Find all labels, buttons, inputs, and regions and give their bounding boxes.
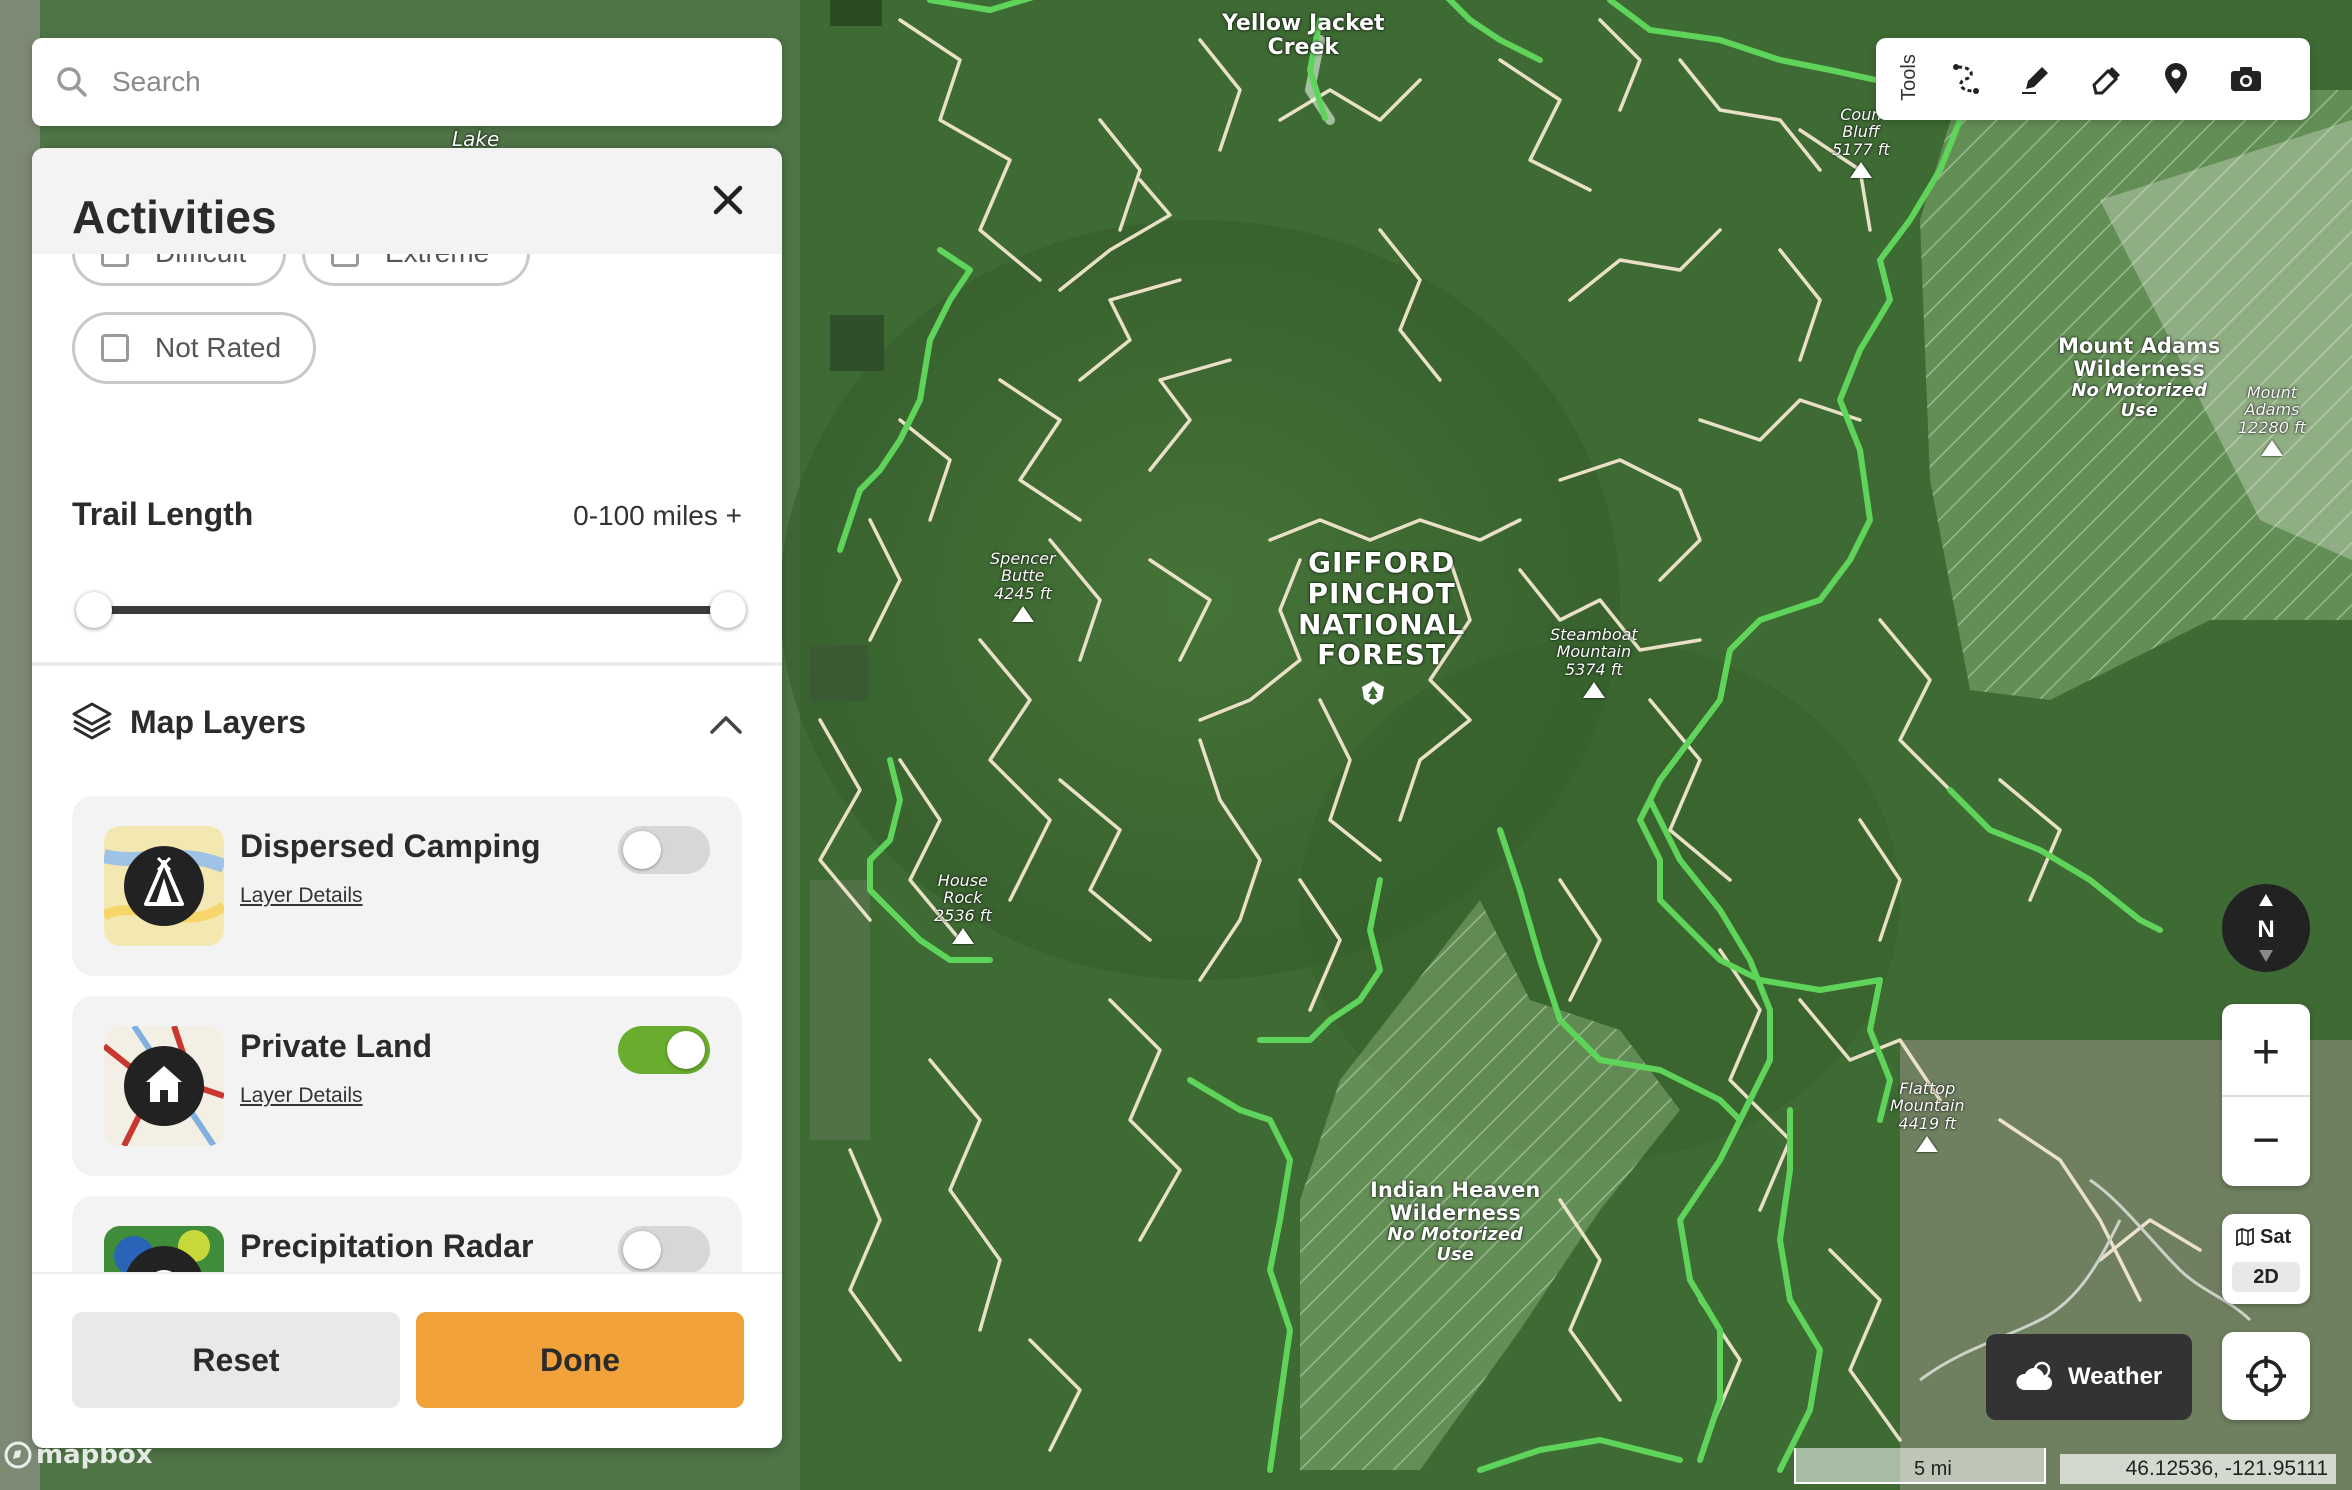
layer-toggle-private-land[interactable]	[618, 1026, 710, 1074]
map-label-house-rock: House Rock 2536 ft	[934, 854, 992, 962]
slider-max-handle[interactable]	[710, 592, 746, 628]
compass-button[interactable]: N	[2222, 884, 2310, 972]
layer-card-private-land[interactable]: Private Land Layer Details	[72, 996, 742, 1176]
map-label-indian-heaven-title: Indian Heaven Wilderness	[1370, 1178, 1541, 1226]
search-icon	[57, 67, 87, 97]
trail-length-value: 0-100 miles +	[573, 500, 742, 531]
done-button[interactable]: Done	[416, 1312, 744, 1408]
zoom-out-button[interactable]: −	[2222, 1096, 2310, 1184]
map-label-mount-adams-text: Mount Adams 12280 ft	[2238, 382, 2306, 437]
toggle-knob	[623, 831, 661, 869]
map-label-mount-adams-wilderness-sub: No Motorized Use	[2071, 380, 2207, 422]
chevron-up-icon[interactable]	[708, 708, 744, 744]
layer-title: Dispersed Camping	[240, 828, 541, 864]
zoom-control: + −	[2222, 1004, 2310, 1186]
camera-icon[interactable]	[2228, 61, 2264, 97]
peak-marker-icon	[1849, 162, 1872, 179]
peak-marker-icon	[2260, 440, 2283, 457]
layer-details-link[interactable]: Layer Details	[240, 1084, 363, 1108]
map-pin-icon[interactable]	[2158, 61, 2194, 97]
layer-toggle-dispersed-camping[interactable]	[618, 826, 710, 874]
map-label-house-rock-text: House Rock 2536 ft	[934, 870, 992, 925]
peak-marker-icon	[1916, 1136, 1939, 1153]
toggle-knob	[623, 1231, 661, 1269]
locate-button[interactable]	[2222, 1332, 2310, 1420]
map-label-forest: GIFFORD PINCHOT NATIONAL FOREST	[1298, 546, 1466, 672]
zoom-in-button[interactable]: +	[2222, 1008, 2310, 1096]
map-icon	[2236, 1228, 2254, 1246]
forest-shield-icon	[1362, 681, 1384, 705]
panel-title: Activities	[72, 191, 277, 243]
map-label-mount-adams-wilderness-title: Mount Adams Wilderness	[2058, 334, 2221, 382]
scale-bar: 5 mi	[1794, 1448, 2046, 1484]
peak-marker-icon	[951, 928, 974, 945]
layer-toggle-precipitation-radar[interactable]	[618, 1226, 710, 1274]
toggle-knob	[667, 1031, 705, 1069]
map-label-indian-heaven: Indian Heaven Wilderness No Motorized Us…	[1370, 1156, 1540, 1288]
map-label-lake: Lake	[452, 127, 500, 151]
reset-button[interactable]: Reset	[72, 1312, 400, 1408]
mapbox-logo-icon	[4, 1441, 32, 1469]
map-label-yellow-jacket: Yellow Jacket Creek	[1222, 11, 1385, 61]
map-label-mount-adams-wilderness: Mount Adams Wilderness No Motorized Use	[2058, 312, 2220, 444]
map-label-steamboat-text: Steamboat Mountain 5374 ft	[1550, 624, 1638, 679]
layer-title: Precipitation Radar	[240, 1228, 534, 1264]
weather-cloud-icon	[2016, 1361, 2053, 1390]
layers-icon	[72, 702, 112, 740]
tent-icon	[104, 826, 224, 946]
weather-button[interactable]: Weather	[1986, 1334, 2192, 1420]
close-icon[interactable]	[706, 178, 750, 222]
map-label-flattop: Flattop Mountain 4419 ft	[1890, 1062, 1965, 1170]
difficulty-chip-not-rated[interactable]: Not Rated	[72, 312, 316, 384]
tools-toolbar: Tools	[1876, 38, 2310, 120]
panel-header: Activities	[32, 148, 782, 254]
map-label-mount-adams: Mount Adams 12280 ft	[2238, 366, 2306, 474]
search-bar[interactable]	[32, 38, 782, 126]
compass-icon: N	[2257, 894, 2275, 962]
peak-marker-icon	[1011, 606, 1034, 623]
checkbox[interactable]	[101, 334, 129, 362]
crosshair-icon	[2246, 1356, 2286, 1396]
route-draw-icon[interactable]	[1948, 61, 1984, 97]
eraser-icon[interactable]	[2088, 61, 2124, 97]
peak-marker-icon	[1582, 682, 1605, 699]
map-style-label: Sat	[2260, 1226, 2292, 1248]
trail-length-label: Trail Length	[72, 496, 254, 532]
map-label-spencer-butte-text: Spencer Butte 4245 ft	[990, 548, 1056, 603]
trail-length-slider[interactable]	[94, 606, 728, 614]
layer-title: Private Land	[240, 1028, 433, 1064]
scale-label: 5 mi	[1914, 1458, 1952, 1480]
map-label-flattop-text: Flattop Mountain 4419 ft	[1890, 1078, 1965, 1133]
panel-footer: Reset Done	[32, 1272, 782, 1448]
chip-label: Not Rated	[155, 332, 282, 363]
compass-label: N	[2257, 916, 2274, 943]
activities-panel: Activities Difficult Extreme Not Rated T…	[32, 148, 782, 1448]
layer-details-link[interactable]: Layer Details	[240, 884, 363, 908]
pencil-icon[interactable]	[2018, 61, 2054, 97]
tools-label-text: Tools	[1897, 54, 1920, 101]
map-layers-title: Map Layers	[130, 704, 307, 740]
weather-label: Weather	[2068, 1363, 2163, 1390]
map-style-button[interactable]: Sat 2D	[2222, 1214, 2310, 1304]
search-input[interactable]	[110, 65, 754, 99]
map-label-spencer-butte: Spencer Butte 4245 ft	[990, 532, 1056, 640]
coordinates-readout: 46.12536, -121.95111	[2060, 1454, 2336, 1484]
map-label-steamboat: Steamboat Mountain 5374 ft	[1550, 608, 1638, 716]
map-label-indian-heaven-sub: No Motorized Use	[1387, 1224, 1523, 1266]
divider	[32, 662, 782, 666]
layer-card-dispersed-camping[interactable]: Dispersed Camping Layer Details	[72, 796, 742, 976]
slider-min-handle[interactable]	[76, 592, 112, 628]
home-icon	[104, 1026, 224, 1146]
layer-thumbnail	[104, 1026, 224, 1146]
tools-label: Tools	[1894, 38, 1934, 120]
map-mode-label: 2D	[2232, 1262, 2300, 1292]
layer-thumbnail	[104, 826, 224, 946]
